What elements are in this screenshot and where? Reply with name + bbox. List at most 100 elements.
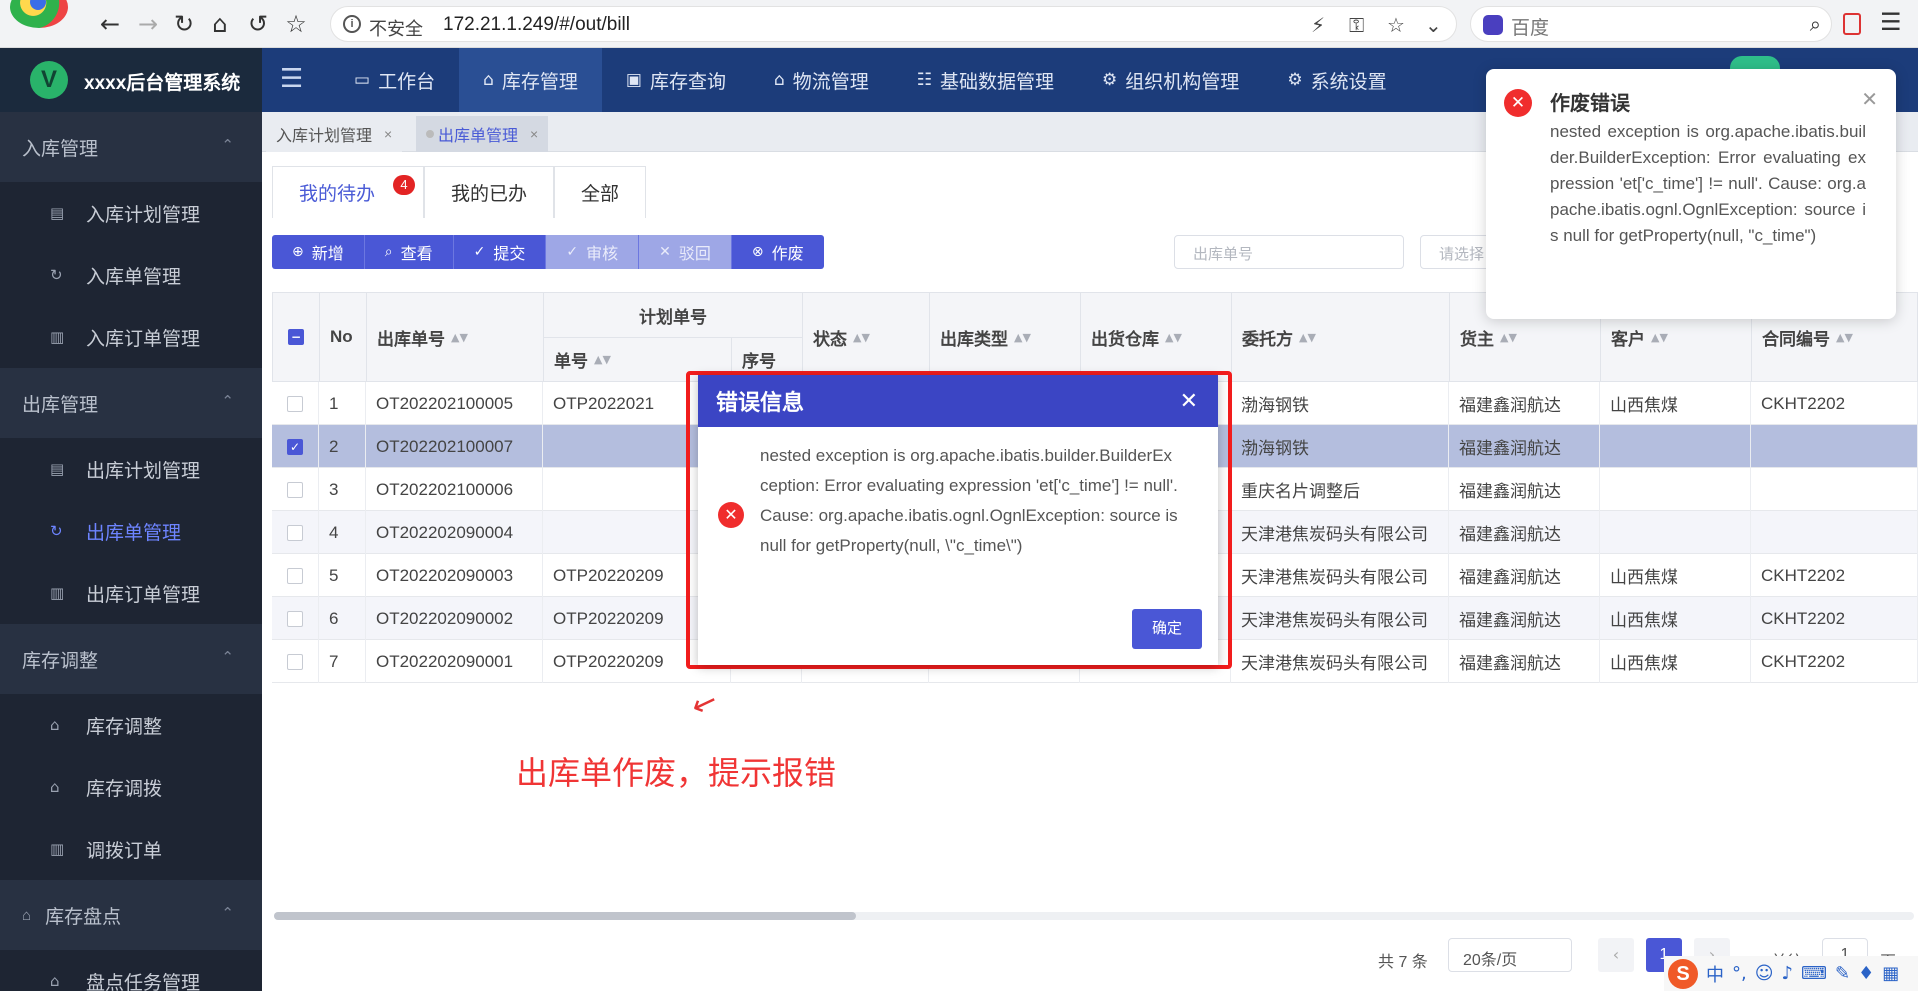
approve-button[interactable]: ✓ 审核 <box>546 235 640 269</box>
sidebar-item-stock-transfer[interactable]: ⌂ 库存调拨 <box>0 756 262 818</box>
header-out-type[interactable]: 出库类型 ▲▼ <box>929 292 1081 382</box>
cell-bill-no: OT202202090003 <box>366 554 543 597</box>
close-icon[interactable]: × <box>384 126 392 142</box>
cell-bill-no: OT202202100006 <box>366 468 543 511</box>
grid-icon[interactable]: ▦ <box>1882 963 1899 984</box>
address-bar[interactable]: i 不安全 172.21.1.249/#/out/bill ⚡ ⚿ ☆ ⌄ <box>330 6 1457 42</box>
sidebar-item-inbound-order[interactable]: ▥ 入库订单管理 <box>0 306 262 368</box>
page-size-select[interactable]: 20条/页 <box>1448 938 1572 972</box>
header-status[interactable]: 状态 ▲▼ <box>802 292 930 382</box>
sort-icon[interactable]: ▲▼ <box>1014 331 1031 344</box>
header-consignor[interactable]: 委托方 ▲▼ <box>1231 292 1450 382</box>
row-checkbox[interactable] <box>287 653 303 670</box>
reload-icon[interactable]: ↻ <box>170 10 198 38</box>
select-all-checkbox[interactable]: − <box>288 329 304 345</box>
sidebar-item-inbound-plan[interactable]: ▤ 入库计划管理 <box>0 182 262 244</box>
keyboard-icon[interactable]: ⌨ <box>1801 963 1827 984</box>
chevron-down-icon[interactable]: ⌄ <box>1425 13 1442 37</box>
gear-icon: ⚙ <box>1287 70 1303 90</box>
reject-button[interactable]: ✕ 驳回 <box>639 235 732 269</box>
row-checkbox[interactable] <box>287 610 303 627</box>
confirm-button[interactable]: 确定 <box>1132 609 1202 649</box>
close-icon[interactable]: ✕ <box>1180 389 1198 414</box>
undo-icon[interactable]: ↺ <box>244 10 272 38</box>
tab-my-todo[interactable]: 我的待办 4 <box>272 166 425 218</box>
back-arrow-icon[interactable]: ← <box>96 10 124 38</box>
header-bill-no[interactable]: 出库单号 ▲▼ <box>366 292 544 382</box>
top-nav-logistics[interactable]: ⌂ 物流管理 <box>750 48 893 112</box>
sidebar-group-stocktake[interactable]: ⌂ 库存盘点 ⌃ <box>0 880 262 950</box>
top-nav-workbench[interactable]: ▭ 工作台 <box>330 48 459 112</box>
emoji-icon[interactable]: ☺ <box>1755 963 1774 984</box>
info-icon[interactable]: i <box>343 15 361 33</box>
sidebar-item-outbound-order[interactable]: ▥ 出库订单管理 <box>0 562 262 624</box>
pdf-icon[interactable] <box>1843 13 1861 35</box>
page-tab-outbound-bill[interactable]: 出库单管理 × <box>416 116 549 152</box>
horizontal-scrollbar[interactable] <box>274 912 1914 920</box>
close-icon[interactable]: ✕ <box>1861 87 1878 111</box>
page-tab-inbound-plan[interactable]: 入库计划管理 × <box>266 116 403 152</box>
sort-icon[interactable]: ▲▼ <box>1299 331 1316 344</box>
row-checkbox[interactable] <box>287 395 303 412</box>
prev-page-icon[interactable]: ‹ <box>1598 938 1634 972</box>
top-nav-inventory-management[interactable]: ⌂ 库存管理 <box>459 48 602 112</box>
bookmark-star-icon[interactable]: ☆ <box>282 10 310 38</box>
sort-icon[interactable]: ▲▼ <box>594 353 611 366</box>
search-icon[interactable]: ⌕ <box>1810 12 1821 36</box>
sort-icon[interactable]: ▲▼ <box>1651 331 1668 344</box>
scrollbar-thumb[interactable] <box>274 912 856 920</box>
skin-icon[interactable]: ♦ <box>1858 963 1874 984</box>
ime-mode[interactable]: 中 <box>1706 961 1724 987</box>
add-button[interactable]: ⊕ 新增 <box>272 235 365 269</box>
sidebar-item-stocktake-task[interactable]: ⌂ 盘点任务管理 <box>0 950 262 991</box>
row-checkbox[interactable] <box>287 567 303 584</box>
row-checkbox[interactable]: ✓ <box>287 438 303 455</box>
tab-my-done[interactable]: 我的已办 <box>424 166 555 218</box>
header-warehouse[interactable]: 出货仓库 ▲▼ <box>1080 292 1232 382</box>
sort-icon[interactable]: ▲▼ <box>1500 331 1517 344</box>
cell-customer: 山西焦煤 <box>1600 640 1751 683</box>
tools-icon[interactable]: ✎ <box>1835 963 1850 984</box>
sidebar-group-adjust[interactable]: 库存调整 ⌃ <box>0 624 262 694</box>
sogou-logo-icon[interactable]: S <box>1668 958 1698 989</box>
view-button[interactable]: ⌕ 查看 <box>364 235 454 269</box>
sidebar-item-transfer-order[interactable]: ▥ 调拨订单 <box>0 818 262 880</box>
favorite-star-icon[interactable]: ☆ <box>1387 13 1405 37</box>
top-nav-base-data[interactable]: ☷ 基础数据管理 <box>893 48 1078 112</box>
browser-menu-icon[interactable]: ☰ <box>1880 8 1902 36</box>
punctuation-icon[interactable]: °, <box>1732 963 1747 984</box>
sort-icon[interactable]: ▲▼ <box>451 331 468 344</box>
key-icon[interactable]: ⚿ <box>1349 13 1364 37</box>
cell-consignor: 天津港焦炭码头有限公司 <box>1231 511 1449 554</box>
top-nav-system-settings[interactable]: ⚙ 系统设置 <box>1263 48 1410 112</box>
forward-arrow-icon[interactable]: → <box>134 10 162 38</box>
microphone-icon[interactable]: ♪ <box>1782 963 1794 984</box>
row-checkbox[interactable] <box>287 524 303 541</box>
collapse-menu-icon[interactable]: ☰ <box>280 64 303 94</box>
url-text[interactable]: 172.21.1.249/#/out/bill <box>443 14 630 36</box>
cell-bill-no: OT202202090002 <box>366 597 543 640</box>
sort-icon[interactable]: ▲▼ <box>1836 331 1853 344</box>
browser-search-box[interactable]: 百度 ⌕ <box>1470 6 1832 42</box>
row-checkbox[interactable] <box>287 481 303 498</box>
toolbar: ⊕ 新增 ⌕ 查看 ✓ 提交 ✓ 审核 ✕ 驳回 ⊗ 作废 <box>272 235 824 269</box>
row-checkbox-cell: ✓ <box>272 425 319 468</box>
sidebar-item-outbound-bill[interactable]: ↻ 出库单管理 <box>0 500 262 562</box>
submit-button[interactable]: ✓ 提交 <box>453 235 547 269</box>
sort-icon[interactable]: ▲▼ <box>853 331 870 344</box>
tab-all[interactable]: 全部 <box>554 166 647 218</box>
top-nav-organization[interactable]: ⚙ 组织机构管理 <box>1078 48 1263 112</box>
error-icon: ✕ <box>1504 89 1532 117</box>
home-icon[interactable]: ⌂ <box>206 10 234 38</box>
sidebar-group-inbound[interactable]: 入库管理 ⌃ <box>0 112 262 182</box>
lightning-icon[interactable]: ⚡ <box>1311 13 1325 37</box>
close-icon[interactable]: × <box>530 126 538 142</box>
sidebar-item-inbound-bill[interactable]: ↻ 入库单管理 <box>0 244 262 306</box>
bill-no-filter-input[interactable]: 出库单号 <box>1174 235 1404 269</box>
top-nav-inventory-query[interactable]: ▣ 库存查询 <box>602 48 750 112</box>
sidebar-item-outbound-plan[interactable]: ▤ 出库计划管理 <box>0 438 262 500</box>
sidebar-group-outbound[interactable]: 出库管理 ⌃ <box>0 368 262 438</box>
sort-icon[interactable]: ▲▼ <box>1165 331 1182 344</box>
sidebar-item-stock-adjust[interactable]: ⌂ 库存调整 <box>0 694 262 756</box>
void-button[interactable]: ⊗ 作废 <box>731 235 824 269</box>
